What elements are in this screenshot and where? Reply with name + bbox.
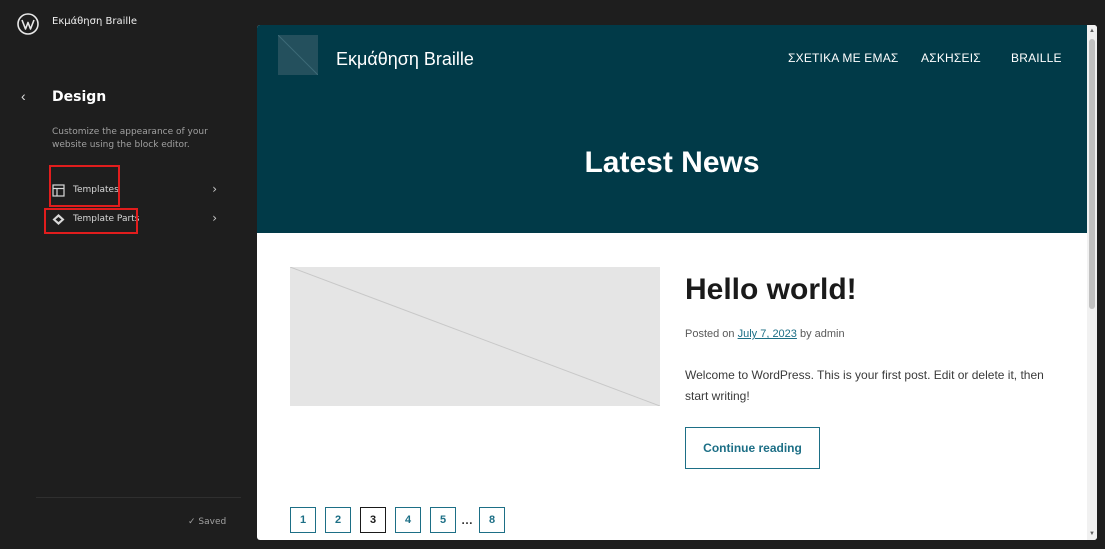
highlight-box-template-parts [44,208,138,234]
sidebar-divider [36,497,241,498]
design-sidebar: Εκμάθηση Braille ‹ Design Customize the … [0,0,257,549]
page-link-4[interactable]: 4 [395,507,421,533]
post-date-link[interactable]: July 7, 2023 [738,328,797,340]
scrollbar-thumb[interactable] [1089,39,1095,309]
pagination-ellipsis: … [461,513,473,527]
wordpress-icon[interactable] [17,13,39,35]
save-status: ✓ Saved [188,517,227,527]
site-header: Εκμάθηση Braille ΣΧΕΤΙΚΑ ΜΕ ΕΜΑΣ ΑΣΚΗΣΕΙ… [257,25,1087,233]
post-meta-prefix: Posted on [685,328,738,340]
continue-reading-button[interactable]: Continue reading [685,427,820,469]
scroll-up-arrow-icon[interactable]: ▲ [1089,28,1095,34]
page-title: Latest News [584,146,760,179]
chevron-right-icon: › [212,182,217,196]
nav-link-about[interactable]: ΣΧΕΤΙΚΑ ΜΕ ΕΜΑΣ [788,51,899,65]
back-button[interactable]: ‹ [21,88,35,104]
page-link-2[interactable]: 2 [325,507,351,533]
page-link-5[interactable]: 5 [430,507,456,533]
post-meta: Posted on July 7, 2023 by admin [685,328,845,340]
pagination: 1 2 3 4 5 … 8 [290,506,514,534]
post-excerpt: Welcome to WordPress. This is your first… [685,368,1044,403]
nav-link-exercises[interactable]: ΑΣΚΗΣΕΙΣ [921,51,981,65]
site-preview-frame[interactable]: Εκμάθηση Braille ΣΧΕΤΙΚΑ ΜΕ ΕΜΑΣ ΑΣΚΗΣΕΙ… [257,25,1097,540]
site-title[interactable]: Εκμάθηση Braille [336,49,474,70]
post-title[interactable]: Hello world! [685,273,857,307]
panel-title: Design [52,89,107,105]
page-link-1[interactable]: 1 [290,507,316,533]
nav-link-braille[interactable]: BRAILLE [1011,51,1062,65]
featured-image-placeholder[interactable] [290,267,660,406]
panel-description: Customize the appearance of your website… [52,127,208,150]
scroll-down-arrow-icon[interactable]: ▼ [1089,531,1095,537]
page-link-3-current[interactable]: 3 [360,507,386,533]
site-name[interactable]: Εκμάθηση Braille [52,16,137,27]
page-link-8[interactable]: 8 [479,507,505,533]
highlight-box-templates [49,165,120,207]
post-meta-author: by admin [796,328,845,340]
chevron-right-icon: › [212,211,217,225]
site-logo-placeholder[interactable] [278,35,318,75]
preview-scrollbar[interactable]: ▲ ▼ [1087,25,1097,540]
